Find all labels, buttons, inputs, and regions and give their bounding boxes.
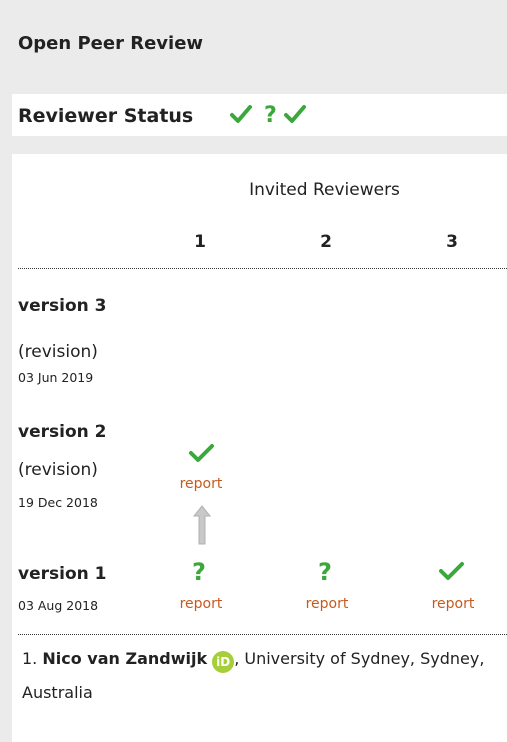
reviewer-status-label: Reviewer Status — [18, 105, 194, 127]
reviewer-list-item: 1. Nico van Zandwijk iD, University of S… — [22, 642, 502, 710]
divider — [18, 268, 507, 269]
divider — [18, 634, 507, 635]
check-icon — [284, 105, 306, 123]
report-link[interactable]: report — [161, 476, 241, 492]
version-1-label: version 1 — [18, 564, 107, 584]
question-icon: ? — [192, 558, 206, 584]
reviewers-panel: Invited Reviewers 1 2 3 version 3 (revis… — [12, 154, 507, 742]
version-2-label: version 2 — [18, 422, 107, 442]
version-3-date: 03 Jun 2019 — [18, 370, 94, 385]
report-link[interactable]: report — [161, 596, 241, 612]
arrow-up-icon — [192, 505, 212, 545]
page-title: Open Peer Review — [18, 33, 204, 54]
section-gap — [0, 136, 507, 154]
reviewer-status-row: Reviewer Status ? — [12, 94, 507, 136]
orcid-icon[interactable]: iD — [212, 651, 235, 673]
version-2-date: 19 Dec 2018 — [18, 495, 98, 510]
svg-text:?: ? — [192, 558, 206, 584]
report-link[interactable]: report — [287, 596, 367, 612]
reviewer-status-icons: ? — [230, 100, 310, 128]
svg-text:?: ? — [318, 558, 332, 584]
question-icon: ? — [318, 558, 332, 584]
approved-check-icon — [189, 444, 214, 462]
check-icon — [230, 105, 252, 123]
reviewer-column-2: 2 — [320, 232, 332, 252]
version-2-note: (revision) — [18, 460, 98, 480]
question-icon: ? — [264, 103, 277, 128]
version-3-note: (revision) — [18, 342, 98, 362]
version-3-label: version 3 — [18, 296, 107, 316]
report-link[interactable]: report — [413, 596, 493, 612]
peer-review-header: Open Peer Review — [0, 0, 507, 94]
reviewer-column-3: 3 — [446, 232, 458, 252]
svg-text:?: ? — [264, 103, 277, 128]
invited-reviewers-heading: Invited Reviewers — [249, 180, 400, 200]
approved-check-icon — [439, 562, 464, 580]
reviewer-number: 1. — [22, 649, 38, 668]
reviewer-name: Nico van Zandwijk — [42, 649, 208, 668]
version-1-date: 03 Aug 2018 — [18, 598, 99, 613]
reviewer-column-1: 1 — [194, 232, 206, 252]
